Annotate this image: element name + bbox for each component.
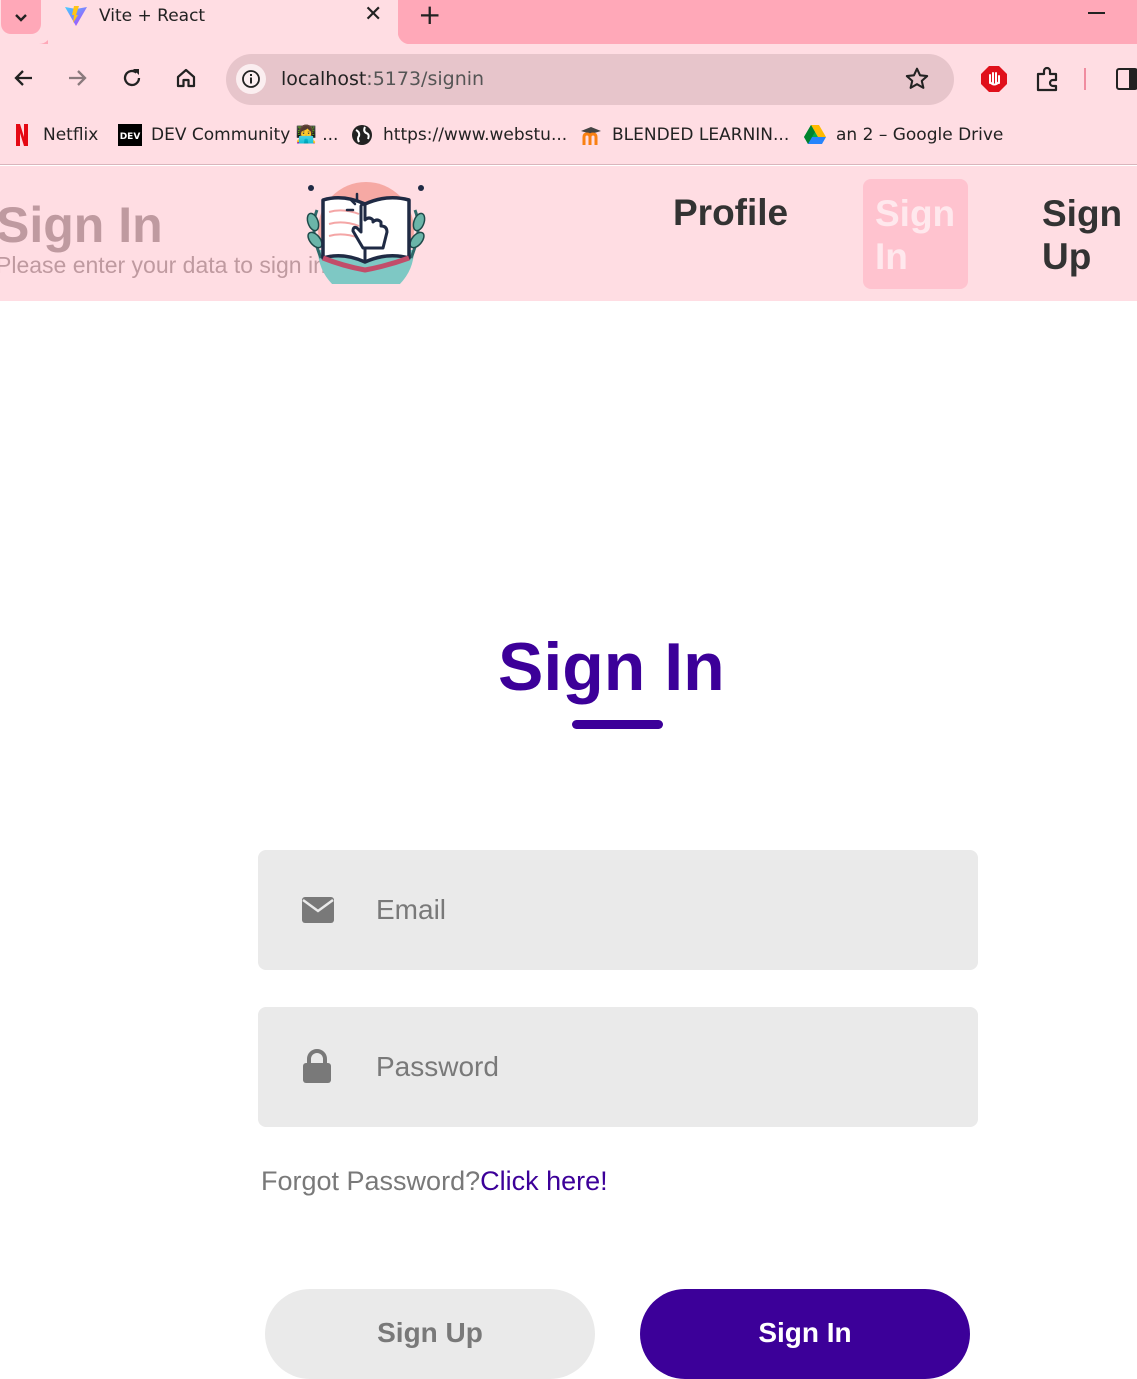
forgot-password: Forgot Password?Click here! <box>261 1166 608 1197</box>
moodle-icon <box>579 123 603 147</box>
bookmark-google-drive[interactable]: an 2 – Google Drive <box>803 123 1003 147</box>
bookmark-blended-learning[interactable]: BLENDED LEARNIN... <box>579 123 789 147</box>
password-field[interactable] <box>258 1007 978 1127</box>
forgot-password-link[interactable]: Click here! <box>480 1166 608 1196</box>
book-logo-icon[interactable] <box>303 180 427 284</box>
bookmark-webstudy[interactable]: https://www.webstu... <box>350 123 567 147</box>
header-subtitle: Please enter your data to sign in <box>0 252 326 278</box>
nav-profile-link[interactable]: Profile <box>673 192 788 234</box>
browser-tab[interactable]: Vite + React ✕ <box>48 0 410 44</box>
nav-signup-label-line2: Up <box>1042 236 1092 277</box>
email-field[interactable] <box>258 850 978 970</box>
bookmark-label: Netflix <box>43 125 99 145</box>
email-input[interactable] <box>376 850 936 970</box>
envelope-icon <box>302 897 334 923</box>
globe-icon <box>350 123 374 147</box>
address-bar[interactable]: localhost:5173/signin <box>226 54 954 105</box>
tab-close-icon[interactable]: ✕ <box>364 2 382 27</box>
signup-button[interactable]: Sign Up <box>265 1289 595 1379</box>
form-title: Sign In <box>498 629 725 705</box>
tab-strip: Vite + React ✕ + <box>0 0 1137 44</box>
bookmark-star-icon[interactable] <box>904 66 930 97</box>
forward-icon[interactable] <box>63 64 91 92</box>
back-icon[interactable] <box>10 64 38 92</box>
chevron-down-icon <box>15 14 27 22</box>
side-panel-icon[interactable] <box>1116 68 1137 90</box>
svg-text:DEV: DEV <box>120 132 141 142</box>
signin-button[interactable]: Sign In <box>640 1289 970 1379</box>
url-path: :5173/signin <box>366 68 485 90</box>
minimize-icon[interactable] <box>1088 12 1105 14</box>
google-drive-icon <box>803 123 827 147</box>
toolbar-separator <box>1084 68 1086 90</box>
app-header: Sign In Please enter your data to sign i… <box>0 166 1137 301</box>
dev-icon: DEV <box>118 123 142 147</box>
tab-title: Vite + React <box>99 6 206 26</box>
bookmark-label: an 2 – Google Drive <box>836 125 1004 145</box>
nav-signin-label-line1: Sign <box>875 193 956 234</box>
url-text: localhost:5173/signin <box>281 68 484 90</box>
bookmarks-bar: Netflix DEV DEV Community 👩‍💻 ... https:… <box>0 116 1137 165</box>
nav-signup-link[interactable]: Sign Up <box>1042 192 1137 278</box>
header-title: Sign In <box>0 197 163 253</box>
bookmark-label: https://www.webstu... <box>383 125 568 145</box>
browser-toolbar: localhost:5173/signin <box>0 44 1137 116</box>
lock-icon <box>303 1049 331 1083</box>
url-host: localhost <box>281 68 367 90</box>
nav-signin-label-line2: In <box>875 236 908 277</box>
forgot-password-text: Forgot Password? <box>261 1166 481 1196</box>
extensions-icon[interactable] <box>1035 66 1061 97</box>
nav-signup-label-line1: Sign <box>1042 193 1123 234</box>
tab-search-button-bg <box>0 0 51 44</box>
new-tab-icon[interactable]: + <box>418 0 441 30</box>
bookmark-netflix[interactable]: Netflix <box>10 123 98 147</box>
bookmark-dev-community[interactable]: DEV DEV Community 👩‍💻 ... <box>118 123 338 147</box>
reload-icon[interactable] <box>118 64 146 92</box>
netflix-icon <box>10 123 34 147</box>
nav-signin-link[interactable]: Sign In <box>863 179 968 289</box>
bookmark-label: BLENDED LEARNIN... <box>612 125 790 145</box>
site-info-icon[interactable] <box>236 64 266 94</box>
adblock-extension-icon[interactable] <box>980 65 1008 98</box>
vite-icon <box>65 6 87 26</box>
bookmark-label: DEV Community 👩‍💻 ... <box>151 125 339 145</box>
home-icon[interactable] <box>172 64 200 92</box>
title-underline <box>572 720 663 729</box>
password-input[interactable] <box>376 1007 936 1127</box>
tab-search-button[interactable] <box>1 0 41 34</box>
